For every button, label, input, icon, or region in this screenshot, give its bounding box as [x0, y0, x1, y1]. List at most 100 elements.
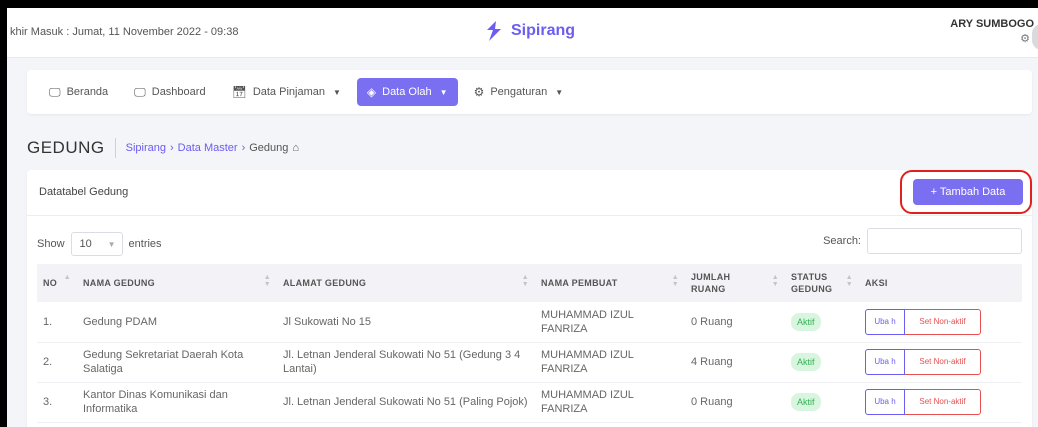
search-label: Search:	[823, 235, 861, 247]
table-row: 2. Gedung Sekretariat Daerah Kota Salati…	[37, 342, 1022, 383]
app-frame: khir Masuk : Jumat, 11 November 2022 - 0…	[7, 8, 1038, 427]
cell-no: 1.	[37, 302, 77, 343]
highlight-annotation: + Tambah Data	[900, 170, 1032, 214]
main-nav: 🖵 Beranda 🖵 Dashboard 📅︎ Data Pinjaman ▼…	[27, 70, 1032, 114]
sort-icon: ▲ ▼	[845, 274, 853, 288]
datatable-card: Datatabel Gedung + Tambah Data Show 10 ▼…	[27, 170, 1032, 427]
edit-button[interactable]: Uba h	[865, 349, 905, 375]
nav-item-label: Data Pinjaman	[252, 86, 325, 98]
breadcrumb-separator-icon: ›	[241, 142, 246, 154]
home-icon: ⌂	[292, 142, 300, 154]
avatar[interactable]	[1032, 24, 1038, 50]
column-header-aksi: AKSI	[865, 278, 888, 288]
title-divider	[114, 138, 116, 158]
gear-icon: ⚙	[473, 85, 485, 99]
nav-item-label: Dashboard	[151, 86, 206, 98]
chevron-down-icon: ▼	[107, 239, 116, 249]
length-control: Show 10 ▼ entries	[37, 232, 162, 256]
brand[interactable]: Sipirang	[485, 21, 575, 41]
cell-jumlah-ruang: 4 Ruang	[685, 342, 785, 383]
page-title: GEDUNG	[27, 138, 105, 157]
breadcrumb-link-data-master[interactable]: Data Master	[178, 142, 238, 154]
status-badge: Aktif	[791, 312, 821, 331]
sort-icon: ▲ ▼	[671, 274, 679, 288]
nav-item-data-olah[interactable]: ◈ Data Olah ▼	[356, 78, 458, 106]
nav-item-pengaturan[interactable]: ⚙ Pengaturan ▼	[464, 78, 574, 106]
cell-aksi: Uba h Set Non-aktif	[859, 382, 1022, 423]
breadcrumb-separator-icon: ›	[169, 142, 174, 154]
card-header: Datatabel Gedung + Tambah Data	[27, 170, 1032, 216]
status-badge: Aktif	[791, 353, 821, 371]
cell-jumlah-ruang: 0 Ruang	[685, 302, 785, 343]
chevron-down-icon: ▼	[439, 87, 448, 97]
brand-name: Sipirang	[511, 22, 576, 39]
cell-status: Aktif	[785, 302, 859, 343]
breadcrumb-link-sipirang[interactable]: Sipirang	[126, 142, 166, 154]
nav-item-label: Pengaturan	[490, 86, 548, 98]
add-data-button[interactable]: + Tambah Data	[913, 179, 1023, 205]
nav-item-data-pinjaman[interactable]: 📅︎ Data Pinjaman ▼	[222, 78, 351, 106]
cell-nama-pembuat: MUHAMMAD IZUL FANRIZA	[535, 302, 685, 343]
cell-aksi: Uba h Set Non-aktif	[859, 342, 1022, 383]
table-controls: Show 10 ▼ entries Search:	[27, 216, 1032, 264]
edit-button[interactable]: Uba h	[865, 308, 905, 335]
cell-alamat-gedung: Jl. Letnan Jenderal Sukowati No 51 (Pali…	[277, 382, 535, 423]
sort-icon: ▲	[63, 274, 71, 281]
monitor-icon: 🖵	[49, 85, 61, 99]
last-login-text: khir Masuk : Jumat, 11 November 2022 - 0…	[10, 26, 239, 38]
sort-icon: ▲ ▼	[521, 274, 529, 288]
nav-item-dashboard[interactable]: 🖵 Dashboard	[124, 78, 215, 106]
cell-nama-gedung: Gedung PDAM	[77, 302, 277, 343]
chevron-down-icon: ▼	[555, 87, 564, 97]
column-header-status-gedung[interactable]: STATUS GEDUNG ▲ ▼	[785, 264, 859, 302]
search-control: Search:	[823, 228, 1022, 254]
table-row: 3. Kantor Dinas Komunikasi dan Informati…	[37, 382, 1022, 423]
nav-item-label: Beranda	[66, 86, 109, 98]
page-header: GEDUNG Sipirang › Data Master › Gedung ⌂	[27, 138, 299, 158]
deactivate-button[interactable]: Set Non-aktif	[905, 349, 981, 375]
cell-alamat-gedung: Jl Sukowati No 15	[277, 302, 535, 343]
column-header-nama-gedung[interactable]: NAMA GEDUNG ▲ ▼	[77, 264, 277, 302]
nav-item-label: Data Olah	[382, 86, 432, 98]
cell-no: 3.	[37, 382, 77, 423]
table-header-row: NO ▲ NAMA GEDUNG ▲ ▼ ALAMAT GEDUNG ▲ ▼ NAMA P…	[37, 264, 1022, 302]
entries-label: entries	[128, 238, 162, 250]
gedung-table: NO ▲ NAMA GEDUNG ▲ ▼ ALAMAT GEDUNG ▲ ▼ NAMA P…	[37, 264, 1022, 423]
column-header-nama-pembuat[interactable]: NAMA PEMBUAT ▲ ▼	[535, 264, 685, 302]
user-menu[interactable]: ARY SUMBOGO ⚙	[950, 18, 1034, 45]
status-badge: Aktif	[791, 393, 821, 411]
deactivate-button[interactable]: Set Non-aktif	[905, 389, 981, 415]
column-header-no[interactable]: NO ▲	[37, 264, 77, 302]
cell-alamat-gedung: Jl. Letnan Jenderal Sukowati No 51 (Gedu…	[277, 342, 535, 383]
sort-icon: ▲ ▼	[263, 274, 271, 288]
search-input[interactable]	[867, 228, 1022, 254]
entries-select-value: 10	[79, 238, 92, 250]
cell-nama-gedung: Gedung Sekretariat Daerah Kota Salatiga	[77, 342, 277, 383]
user-name: ARY SUMBOGO	[950, 18, 1034, 30]
column-header-jumlah-ruang[interactable]: JUMLAH RUANG ▲ ▼	[685, 264, 785, 302]
layers-icon: ◈	[366, 85, 377, 99]
table-row: 1. Gedung PDAM Jl Sukowati No 15 MUHAMMA…	[37, 302, 1022, 343]
cell-nama-pembuat: MUHAMMAD IZUL FANRIZA	[535, 382, 685, 423]
cell-status: Aktif	[785, 382, 859, 423]
sipirang-logo-icon	[487, 21, 501, 41]
breadcrumb: Sipirang › Data Master › Gedung ⌂	[126, 142, 299, 154]
deactivate-button[interactable]: Set Non-aktif	[905, 308, 981, 335]
show-label: Show	[37, 238, 65, 250]
gear-icon[interactable]: ⚙	[950, 32, 1030, 45]
card-title: Datatabel Gedung	[39, 186, 129, 198]
entries-select[interactable]: 10 ▼	[70, 232, 123, 256]
calendar-icon: 📅︎	[231, 85, 247, 99]
sort-icon: ▲ ▼	[771, 274, 779, 288]
monitor-icon: 🖵	[134, 85, 146, 99]
column-header-alamat-gedung[interactable]: ALAMAT GEDUNG ▲ ▼	[277, 264, 535, 302]
cell-no: 2.	[37, 342, 77, 383]
cell-jumlah-ruang: 0 Ruang	[685, 382, 785, 423]
edit-button[interactable]: Uba h	[865, 389, 905, 415]
cell-aksi: Uba h Set Non-aktif	[859, 302, 1022, 343]
cell-nama-gedung: Kantor Dinas Komunikasi dan Informatika	[77, 382, 277, 423]
nav-item-beranda[interactable]: 🖵 Beranda	[39, 78, 118, 106]
chevron-down-icon: ▼	[332, 87, 341, 97]
cell-nama-pembuat: MUHAMMAD IZUL FANRIZA	[535, 342, 685, 383]
breadcrumb-current: Gedung	[249, 142, 289, 154]
